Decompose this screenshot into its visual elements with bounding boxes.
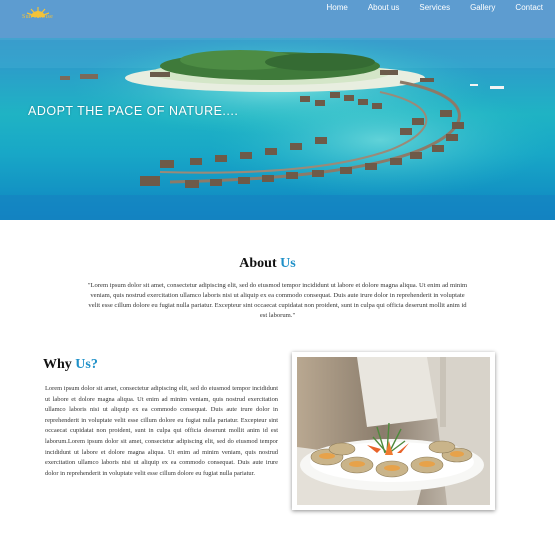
about-heading-accent: Us (280, 256, 296, 271)
why-heading: Why Us? (43, 357, 98, 373)
why-heading-main: Why (43, 357, 72, 372)
food-photo-frame (292, 352, 495, 510)
why-paragraph: Lorem ipsum dolor sit amet, consectetur … (45, 385, 278, 477)
hero-tagline: ADOPT THE PACE OF NATURE.... (28, 104, 239, 118)
nav-item-about[interactable]: About us (358, 0, 410, 16)
why-heading-accent: Us? (75, 357, 98, 372)
about-paragraph: "Lorem ipsum dolor sit amet, consectetur… (87, 282, 468, 319)
about-heading: About Us (0, 256, 535, 272)
hero-banner: Sun sunrise Home About us Services Galle… (0, 0, 555, 220)
seafood-platter-image (297, 357, 490, 505)
about-heading-main: About (239, 256, 277, 271)
nav-item-home[interactable]: Home (316, 0, 357, 16)
nav-item-gallery[interactable]: Gallery (460, 0, 505, 16)
main-nav: Home About us Services Gallery Contact (316, 0, 555, 16)
nav-item-services[interactable]: Services (409, 0, 460, 16)
nav-item-contact[interactable]: Contact (505, 0, 555, 16)
brand-name: Sun sunrise (22, 14, 54, 20)
